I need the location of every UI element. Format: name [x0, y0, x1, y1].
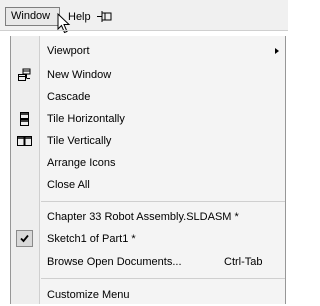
menu-item-customize-menu[interactable]: Customize Menu — [11, 284, 285, 306]
menu-item-label: Customize Menu — [47, 289, 130, 301]
menu-separator — [41, 201, 285, 202]
menu-separator — [41, 278, 285, 279]
menu-item-tile-horizontally[interactable]: Tile Horizontally — [11, 108, 285, 130]
menu-item-label: Tile Vertically — [47, 135, 112, 147]
check-indicator — [16, 230, 33, 247]
menu-window[interactable]: Window — [5, 7, 60, 26]
menu-item-sketch1[interactable]: Sketch1 of Part1 * — [11, 228, 285, 250]
menu-item-label: Cascade — [47, 91, 91, 103]
menu-item-label: Tile Horizontally — [47, 113, 125, 125]
menu-item-label: Chapter 33 Robot Assembly.SLDASM * — [47, 211, 239, 223]
menu-item-shortcut: Ctrl-Tab — [224, 256, 263, 268]
menu-item-label: New Window — [47, 69, 112, 81]
mouse-pointer-icon — [57, 13, 71, 34]
menu-item-cascade[interactable]: Cascade — [11, 86, 285, 108]
menu-item-label: Close All — [47, 179, 90, 191]
menubar-divider — [0, 30, 288, 31]
menu-item-label: Arrange Icons — [47, 157, 116, 169]
menu-item-tile-vertically[interactable]: Tile Vertically — [11, 130, 285, 152]
menu-item-label: Viewport — [47, 45, 90, 57]
tile-vertical-icon — [17, 136, 32, 146]
tile-horizontal-icon — [20, 112, 29, 126]
pin-icon[interactable] — [96, 10, 114, 23]
menu-item-label: Browse Open Documents... — [47, 256, 182, 268]
window-dropdown-menu: Viewport New Window Cascade Tile Horizon… — [10, 36, 286, 304]
menu-item-browse-open-documents[interactable]: Browse Open Documents... Ctrl-Tab — [11, 251, 285, 273]
submenu-arrow-icon — [275, 48, 279, 54]
menu-item-label: Sketch1 of Part1 * — [47, 233, 136, 245]
menu-item-arrange-icons[interactable]: Arrange Icons — [11, 152, 285, 174]
checkmark-icon — [20, 234, 29, 243]
new-window-icon — [18, 68, 31, 81]
menu-item-close-all[interactable]: Close All — [11, 174, 285, 196]
menu-item-robot-assembly[interactable]: Chapter 33 Robot Assembly.SLDASM * — [11, 206, 285, 228]
menu-item-viewport[interactable]: Viewport — [11, 40, 285, 62]
menu-item-new-window[interactable]: New Window — [11, 64, 285, 86]
menu-bar: Window Help — [0, 0, 288, 34]
